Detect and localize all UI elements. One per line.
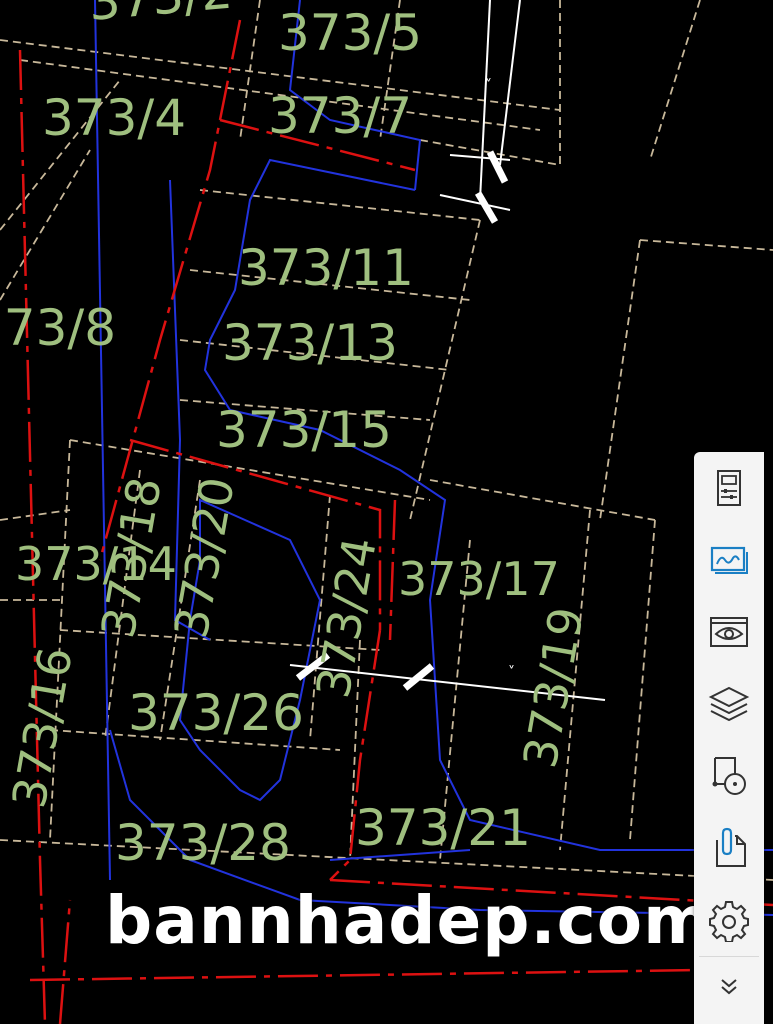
attachment-icon bbox=[716, 827, 746, 867]
cad-viewer: ˬ ˬ 373/2 373/5 373/4 373/7 373/11 373/8… bbox=[0, 0, 773, 1024]
lot-label: 373/14 bbox=[15, 537, 177, 591]
properties-panel-icon bbox=[717, 470, 741, 506]
lot-label: 373/16 bbox=[2, 643, 83, 812]
settings-tool-button[interactable] bbox=[694, 884, 764, 956]
layers-tool-button[interactable] bbox=[694, 668, 764, 740]
sheet-view-icon bbox=[710, 546, 748, 574]
attach-tool-button[interactable] bbox=[694, 812, 764, 884]
lot-label: 373/28 bbox=[115, 814, 291, 872]
lot-label: 373/2 bbox=[86, 0, 235, 32]
lot-label: 373/7 bbox=[268, 87, 412, 145]
layers-icon bbox=[708, 686, 750, 722]
chevron-double-down-icon bbox=[721, 979, 737, 995]
lot-label: 373/26 bbox=[128, 684, 304, 742]
more-tools-button[interactable] bbox=[694, 957, 764, 1017]
right-toolbar bbox=[694, 452, 764, 1024]
measure-tool-button[interactable] bbox=[694, 740, 764, 812]
view-tool-button[interactable] bbox=[694, 596, 764, 668]
eye-view-icon bbox=[710, 617, 748, 647]
lot-label: 373/19 bbox=[513, 603, 594, 772]
sheet-tool-button[interactable] bbox=[694, 524, 764, 596]
lot-label: 373/8 bbox=[0, 299, 116, 357]
dim-mark-top: ˬ bbox=[485, 66, 492, 82]
dim-mark-bottom: ˬ bbox=[508, 653, 515, 669]
measure-shapes-icon bbox=[712, 757, 746, 795]
properties-tool-button[interactable] bbox=[694, 452, 764, 524]
lot-label: 373/4 bbox=[42, 89, 186, 147]
lot-label: 373/11 bbox=[238, 239, 414, 297]
watermark-text: bannhadep.com bbox=[105, 882, 713, 959]
lot-label: 373/21 bbox=[355, 799, 531, 857]
drawing-canvas[interactable]: ˬ ˬ 373/2 373/5 373/4 373/7 373/11 373/8… bbox=[0, 0, 773, 1024]
gear-icon bbox=[709, 901, 749, 942]
lot-label: 373/24 bbox=[306, 533, 387, 702]
lot-label: 373/15 bbox=[216, 401, 392, 459]
lot-label: 373/5 bbox=[278, 4, 422, 62]
lot-label: 373/13 bbox=[222, 314, 398, 372]
lot-label: 373/17 bbox=[398, 552, 560, 606]
